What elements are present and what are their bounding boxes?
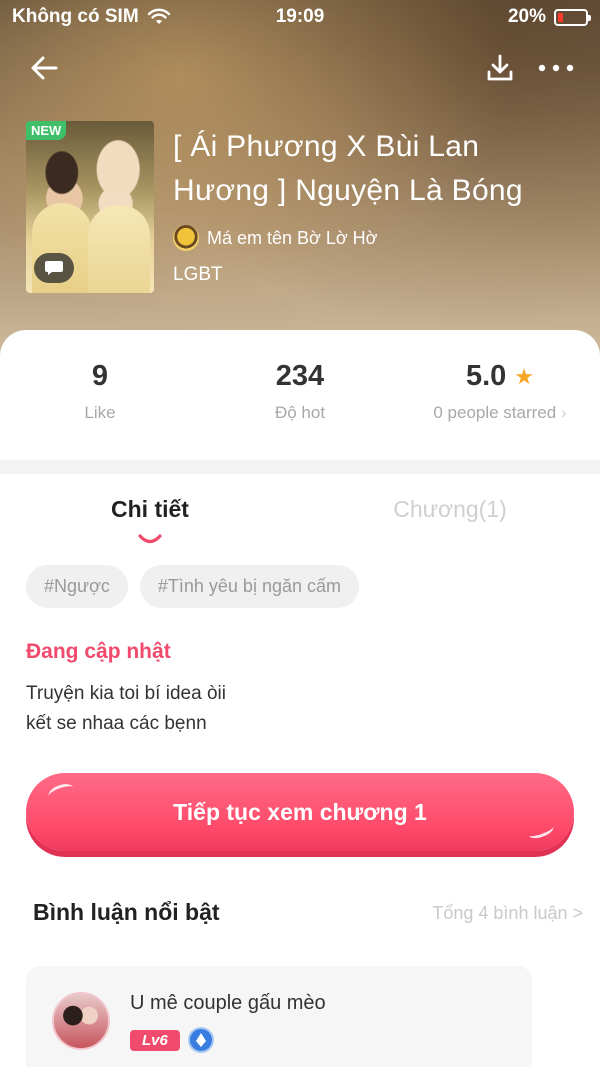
battery-icon xyxy=(554,8,591,26)
more-dots-icon xyxy=(538,64,574,72)
arrow-left-icon xyxy=(31,56,58,80)
tab-details[interactable]: Chi tiết xyxy=(0,496,300,523)
all-comments-link[interactable]: Tổng 4 bình luận > xyxy=(432,903,583,924)
status-bar: Không có SIM 19:09 20% xyxy=(0,0,600,34)
comments-header: Bình luận nổi bật Tổng 4 bình luận > xyxy=(0,895,600,935)
stat-like[interactable]: 9 Like xyxy=(0,360,200,423)
comment-card[interactable]: U mê couple gấu mèo Lv6 xyxy=(26,966,532,1067)
story-title: [ Ái Phương X Bùi Lan Hương ] Nguyện Là … xyxy=(173,130,523,207)
rating-label: 0 people starred xyxy=(433,403,557,422)
tab-bar: Chi tiết Chương(1) xyxy=(0,490,600,550)
story-cover[interactable]: NEW xyxy=(26,121,154,293)
top-nav xyxy=(0,44,600,92)
like-label: Like xyxy=(84,403,116,422)
like-count: 9 xyxy=(91,360,109,392)
tab-chapters[interactable]: Chương(1) xyxy=(300,496,600,523)
tag-list: #Ngược #Tình yêu bị ngăn cấm xyxy=(26,565,359,608)
stat-hot: 234 Độ hot xyxy=(200,360,400,423)
divider xyxy=(0,460,600,474)
tag-chip[interactable]: #Ngược xyxy=(26,565,128,608)
continue-reading-button[interactable]: Tiếp tục xem chương 1 xyxy=(26,773,574,851)
author-avatar xyxy=(173,225,199,251)
story-category: LGBT xyxy=(173,264,223,285)
author-row[interactable]: Má em tên Bờ Lờ Hờ xyxy=(173,225,377,251)
star-icon: ★ xyxy=(514,363,535,389)
story-description: Truyện kia toi bí idea òii kết se nhaa c… xyxy=(26,683,226,734)
continue-reading-label: Tiếp tục xem chương 1 xyxy=(173,798,427,825)
stat-rating[interactable]: 5.0 ★ 0 people starred › xyxy=(400,360,600,423)
back-button[interactable] xyxy=(26,48,66,88)
hot-count: 234 xyxy=(275,360,325,392)
diamond-badge-icon xyxy=(187,1027,214,1053)
active-tab-indicator xyxy=(138,534,162,544)
avatar[interactable] xyxy=(52,992,110,1050)
stats-row: 9 Like 234 Độ hot 5.0 ★ 0 people starred … xyxy=(0,360,600,440)
tag-chip[interactable]: #Tình yêu bị ngăn cấm xyxy=(139,565,359,608)
author-name: Má em tên Bờ Lờ Hờ xyxy=(207,227,378,248)
comments-title: Bình luận nổi bật xyxy=(33,899,220,925)
chat-icon xyxy=(34,253,74,283)
commenter-badges: Lv6 xyxy=(130,1027,214,1053)
update-status: Đang cập nhật xyxy=(26,640,171,663)
more-options-button[interactable] xyxy=(534,48,578,88)
level-badge: Lv6 xyxy=(130,1029,180,1051)
rating-value: 5.0 xyxy=(465,360,507,392)
commenter-name: U mê couple gấu mèo xyxy=(130,992,326,1014)
download-button[interactable] xyxy=(480,48,520,88)
download-icon xyxy=(487,54,513,81)
chevron-right-icon: › xyxy=(560,403,567,422)
hot-label: Độ hot xyxy=(274,403,326,422)
battery-percent: 20% xyxy=(507,6,546,27)
content-card: 9 Like 234 Độ hot 5.0 ★ 0 people starred … xyxy=(0,330,600,1067)
new-badge: NEW xyxy=(26,121,67,140)
